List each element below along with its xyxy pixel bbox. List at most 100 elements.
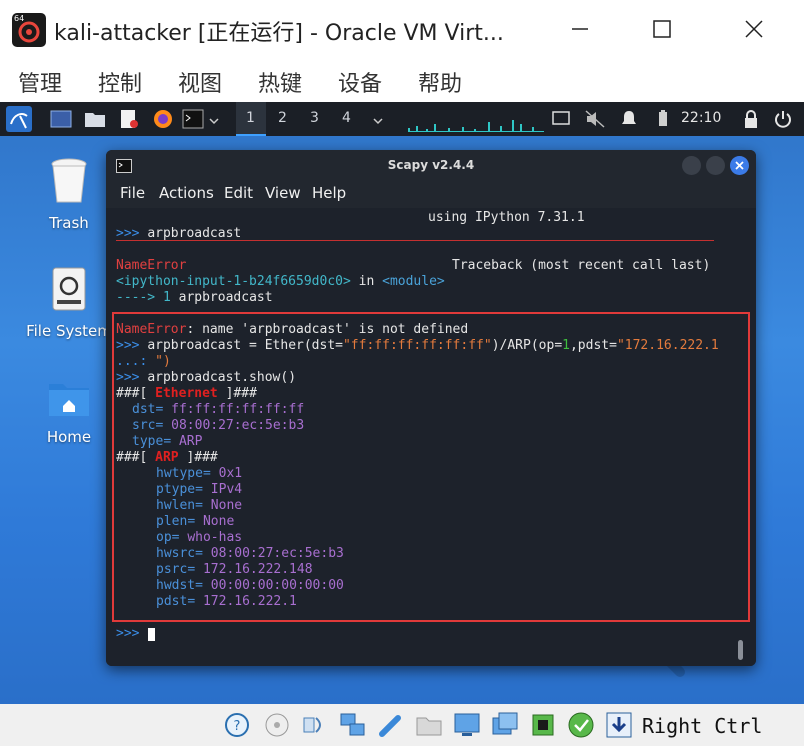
menu-manage[interactable]: 管理	[18, 66, 62, 98]
field-row: plen= None	[156, 514, 235, 529]
bell-icon[interactable]	[618, 109, 640, 129]
desktop-icon-label: File System	[26, 322, 112, 340]
network-icon[interactable]	[338, 710, 368, 740]
terminal-menu-actions[interactable]: Actions	[159, 184, 214, 202]
terminal-maximize-button[interactable]	[706, 156, 725, 175]
lock-icon[interactable]	[740, 109, 762, 129]
battery-icon[interactable]	[652, 109, 674, 129]
workspace-2[interactable]: 2	[278, 110, 287, 126]
field-row: hwdst= 00:00:00:00:00:00	[156, 578, 344, 593]
show-desktop-icon[interactable]	[50, 109, 72, 129]
terminal-close-button[interactable]	[730, 156, 749, 175]
power-icon[interactable]	[772, 109, 794, 129]
layer-bracket: ###[	[116, 450, 156, 465]
terminal-title: Scapy v2.4.4	[387, 158, 475, 172]
field-row: src= 08:00:27:ec:5e:b3	[132, 418, 305, 433]
panel-clock[interactable]: 22:10	[681, 110, 721, 126]
desktop-icon-home[interactable]: Home	[24, 378, 114, 446]
field-value: ARP	[178, 434, 203, 449]
field-value: 172.16.222.1	[202, 594, 297, 609]
terminal-titlebar[interactable]: Scapy v2.4.4	[106, 150, 756, 182]
terminal-minimize-button[interactable]	[682, 156, 701, 175]
terminal-menu-view[interactable]: View	[265, 184, 301, 202]
code-segment: arpbroadcast = Ether(dst=	[147, 338, 343, 353]
chevron-down-icon[interactable]	[372, 112, 384, 125]
desktop-icon-label: Home	[46, 428, 92, 446]
workspace-1[interactable]: 1	[246, 110, 255, 126]
host-key-arrow-icon[interactable]	[604, 710, 634, 740]
host-key-label[interactable]: Right Ctrl	[642, 714, 762, 738]
cpu-graph-icon	[408, 120, 544, 132]
traceback-header: Traceback (most recent call last)	[452, 258, 711, 273]
terminal-line: ----> 1 arpbroadcast	[116, 290, 273, 306]
hard-disk-icon[interactable]: ?	[222, 710, 252, 740]
field-value: 172.16.222.148	[202, 562, 313, 577]
error-message: : name 'arpbroadcast' is not defined	[186, 322, 469, 337]
maximize-button[interactable]	[642, 10, 682, 48]
terminal-line: NameError: name 'arpbroadcast' is not de…	[116, 322, 468, 338]
field-row: hwtype= 0x1	[156, 466, 243, 481]
field-value: None	[210, 498, 243, 513]
cpu-icon[interactable]	[528, 710, 558, 740]
field-value: IPv4	[210, 482, 243, 497]
command-text: arpbroadcast	[147, 226, 242, 241]
menu-control[interactable]: 控制	[98, 66, 142, 98]
menu-view[interactable]: 视图	[178, 66, 222, 98]
terminal-scrollbar[interactable]	[738, 640, 743, 660]
field-row: hwlen= None	[156, 498, 243, 513]
optical-drive-icon[interactable]	[262, 710, 292, 740]
speaker-muted-icon[interactable]	[584, 109, 606, 129]
recording-icon[interactable]	[490, 710, 520, 740]
terminal-menu-edit[interactable]: Edit	[224, 184, 253, 202]
menu-devices[interactable]: 设备	[338, 66, 382, 98]
terminal-window: Scapy v2.4.4 File Actions Edit View Help…	[106, 150, 756, 666]
terminal-menu-file[interactable]: File	[120, 184, 145, 202]
terminal-menu-help[interactable]: Help	[312, 184, 346, 202]
virtualbox-app-icon[interactable]: 64	[12, 13, 46, 47]
desktop-icon-filesystem[interactable]: File System	[24, 266, 114, 340]
command-text: arpbroadcast.show()	[147, 370, 297, 385]
audio-icon[interactable]	[300, 710, 330, 740]
field-row: hwsrc= 08:00:27:ec:5e:b3	[156, 546, 344, 561]
layer-header-arp: ###[ ARP ]###	[116, 450, 218, 466]
text-cursor	[148, 628, 155, 641]
code-segment: )/ARP(op=	[491, 338, 563, 353]
field-row: psrc= 172.16.222.148	[156, 562, 313, 577]
terminal-launcher-icon[interactable]	[182, 109, 204, 129]
minimize-button[interactable]	[560, 10, 600, 48]
menu-help[interactable]: 帮助	[418, 66, 462, 98]
chevron-down-icon[interactable]	[208, 112, 220, 125]
layer-header-ethernet: ###[ Ethernet ]###	[116, 386, 257, 402]
continuation-prompt: ...:	[116, 354, 156, 369]
usb-icon[interactable]	[376, 710, 406, 740]
desktop-icon-trash[interactable]: Trash	[24, 158, 114, 232]
string-literal: "ff:ff:ff:ff:ff:ff"	[342, 338, 492, 353]
file-manager-icon[interactable]	[84, 109, 106, 129]
vbox-titlebar: 64 kali-attacker [正在运行] - Oracle VM Virt…	[0, 0, 804, 58]
terminal-line: >>> arpbroadcast = Ether(dst="ff:ff:ff:f…	[116, 338, 719, 354]
field-value: 08:00:27:ec:5e:b3	[171, 418, 305, 433]
kali-menu-icon[interactable]	[6, 106, 32, 132]
prompt: >>>	[116, 370, 148, 385]
field-key: dst	[132, 402, 156, 417]
close-button[interactable]	[734, 10, 774, 48]
screen-icon[interactable]	[550, 109, 572, 129]
window-title: kali-attacker [正在运行] - Oracle VM Virt...	[54, 21, 504, 46]
terminal-output[interactable]: using IPython 7.31.1 >>> arpbroadcast Na…	[106, 208, 756, 666]
shared-folder-icon[interactable]	[414, 710, 444, 740]
prompt: >>>	[116, 226, 148, 241]
code-segment: ,pdst=	[569, 338, 617, 353]
mouse-integration-icon[interactable]	[566, 710, 596, 740]
firefox-icon[interactable]	[152, 109, 174, 129]
field-key: plen	[156, 514, 188, 529]
field-value: ff:ff:ff:ff:ff:ff	[171, 402, 305, 417]
menu-hotkey[interactable]: 热键	[258, 66, 302, 98]
workspace-3[interactable]: 3	[310, 110, 319, 126]
field-key: hwsrc	[156, 546, 196, 561]
layer-name: Ethernet	[155, 386, 218, 401]
text-editor-icon[interactable]	[118, 109, 140, 129]
display-icon[interactable]	[452, 710, 482, 740]
field-row: pdst= 172.16.222.1	[156, 594, 297, 609]
field-key: src	[132, 418, 156, 433]
workspace-4[interactable]: 4	[342, 110, 351, 126]
